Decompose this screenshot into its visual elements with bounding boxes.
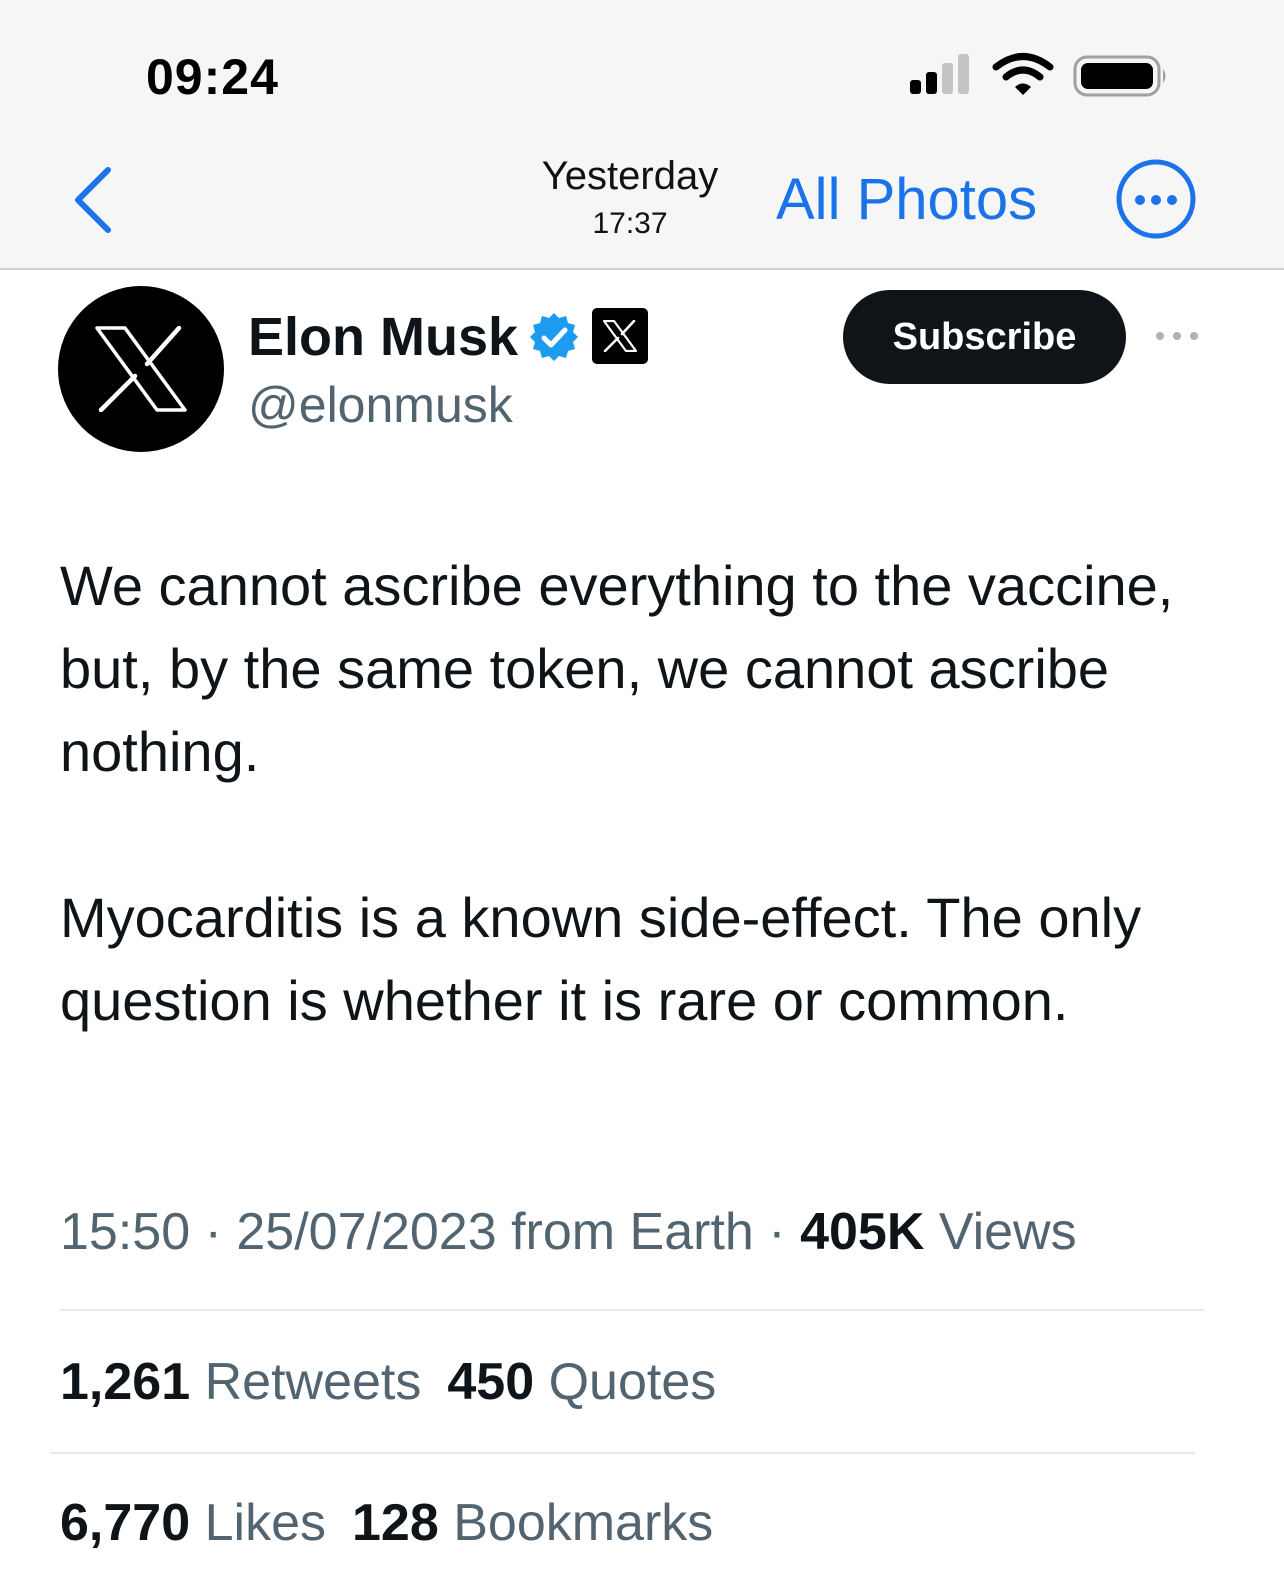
avatar[interactable] [58,286,224,452]
likes-label: Likes [204,1494,326,1552]
tweet-meta: 15:50 · 25/07/2023 from Earth · 405K Vie… [60,1202,1077,1262]
quotes-label: Quotes [548,1353,717,1411]
x-affiliate-badge-icon[interactable] [592,308,648,364]
bookmarks-stat[interactable]: 128 Bookmarks [352,1494,713,1552]
bookmarks-count: 128 [352,1494,439,1552]
meta-separator: · [768,1203,786,1261]
photo-date-label: Yesterday [541,154,719,198]
tweet-paragraph-2: Myocarditis is a known side-effect. The … [60,886,1142,1032]
views-label[interactable]: Views [939,1203,1077,1261]
author-handle[interactable]: @elonmusk [248,376,513,434]
tweet-source: from Earth [511,1203,754,1261]
status-time: 09:24 [146,49,279,105]
photo-date: Yesterday 17:37 [520,154,740,241]
retweets-stat[interactable]: 1,261 Retweets [60,1353,421,1411]
quotes-stat[interactable]: 450 Quotes [447,1353,716,1411]
more-circle-icon[interactable] [1115,158,1197,240]
photo-time-label: 17:37 [592,207,668,240]
author-name[interactable]: Elon Musk [248,306,518,368]
tweet-time[interactable]: 15:50 [60,1203,190,1261]
tweet-text: We cannot ascribe everything to the vacc… [60,544,1230,1042]
tweet-paragraph-1: We cannot ascribe everything to the vacc… [60,554,1174,783]
photos-nav-bar: Yesterday 17:37 All Photos [0,140,1284,270]
cellular-signal-icon [910,54,969,94]
quotes-count: 450 [447,1353,535,1411]
likes-count: 6,770 [60,1494,191,1552]
more-horizontal-icon[interactable] [1153,325,1201,347]
stats-row-retweets-quotes: 1,261 Retweets 450 Quotes [60,1352,716,1412]
battery-icon [1073,55,1166,97]
stats-row-likes-bookmarks: 6,770 Likes 128 Bookmarks [60,1493,713,1553]
x-logo-icon [95,326,187,412]
status-bar: 09:24 [0,0,1284,140]
all-photos-button[interactable]: All Photos [776,166,1037,233]
likes-stat[interactable]: 6,770 Likes [60,1494,326,1552]
tweet-date[interactable]: 25/07/2023 [236,1203,496,1261]
meta-separator: · [204,1203,222,1261]
views-count: 405K [800,1203,925,1261]
bookmarks-label: Bookmarks [453,1494,714,1552]
divider [50,1452,1195,1454]
divider [60,1309,1204,1311]
wifi-icon [992,53,1054,95]
retweets-label: Retweets [204,1353,422,1411]
retweets-count: 1,261 [60,1353,191,1411]
chevron-left-icon[interactable] [70,164,120,236]
subscribe-button[interactable]: Subscribe [843,290,1126,384]
verified-badge-icon [530,313,578,361]
